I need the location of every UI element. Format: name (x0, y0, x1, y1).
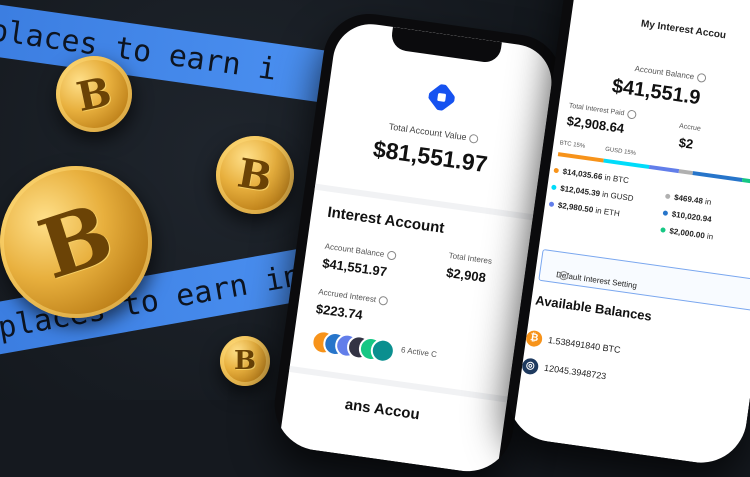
asset-amount: 1.538491840 BTC (547, 334, 622, 356)
usdc-dot-icon (662, 210, 669, 217)
phone-notch (389, 26, 502, 65)
balance-row: $14,035.66 in BTC (553, 166, 629, 185)
interest-account-title: Interest Account (326, 203, 446, 237)
accrued-interest-value: $223.74 (315, 301, 364, 323)
divider (288, 365, 508, 403)
alloc-label-gusd: GUSD 15% (604, 146, 637, 157)
balance-row: $2,000.00 in (660, 225, 714, 241)
alloc-segment-gusd (603, 158, 650, 169)
active-currencies-text: 6 Active C (400, 345, 438, 360)
accrued-label: Accrue (678, 122, 702, 133)
alloc-segment (741, 178, 750, 187)
balance-row: $2,980.50 in ETH (548, 199, 620, 218)
info-icon[interactable] (468, 133, 479, 145)
asset-row-btc[interactable]: ₿ 1.538491840 BTC (525, 329, 622, 359)
alloc-segment (692, 171, 743, 183)
bitcoin-dot-icon (553, 168, 560, 174)
asset-amount: 12045.3948723 (543, 362, 607, 382)
accrued-value: $2 (677, 134, 695, 152)
coinbase-logo-icon (428, 84, 456, 111)
total-interest-value: $2,908 (445, 264, 487, 286)
coin-dot-icon (660, 227, 666, 234)
coin-dot-icon (664, 193, 671, 200)
ethereum-dot-icon (548, 201, 555, 208)
alloc-segment-btc (557, 152, 604, 163)
balance-row: $12,045.39 in GUSD (551, 183, 634, 203)
gusd-icon: ◎ (521, 357, 540, 376)
alloc-segment (678, 169, 694, 176)
available-balances-title: Available Balances (534, 292, 653, 324)
asset-row-gusd[interactable]: ◎ 12045.3948723 (521, 357, 607, 385)
info-icon[interactable] (696, 73, 707, 84)
balance-row: $469.48 in (664, 192, 712, 207)
bitcoin-icon: ₿ (525, 329, 544, 348)
total-interest-label: Total Interes (448, 250, 493, 266)
account-balance-value: $41,551.97 (321, 255, 388, 280)
info-icon[interactable] (378, 296, 389, 307)
info-icon[interactable] (386, 250, 397, 261)
alloc-label-btc: BTC 15% (559, 140, 586, 150)
alloc-segment (648, 164, 680, 174)
section-title: ans Accou (343, 396, 421, 424)
gusd-dot-icon (551, 184, 557, 191)
page-title: My Interest Accou (640, 18, 727, 42)
active-coins-stack[interactable] (309, 328, 402, 365)
balance-row: $10,020.94 (662, 208, 712, 224)
bitcoin-coin-icon: B (220, 336, 270, 386)
info-icon[interactable] (626, 109, 637, 120)
